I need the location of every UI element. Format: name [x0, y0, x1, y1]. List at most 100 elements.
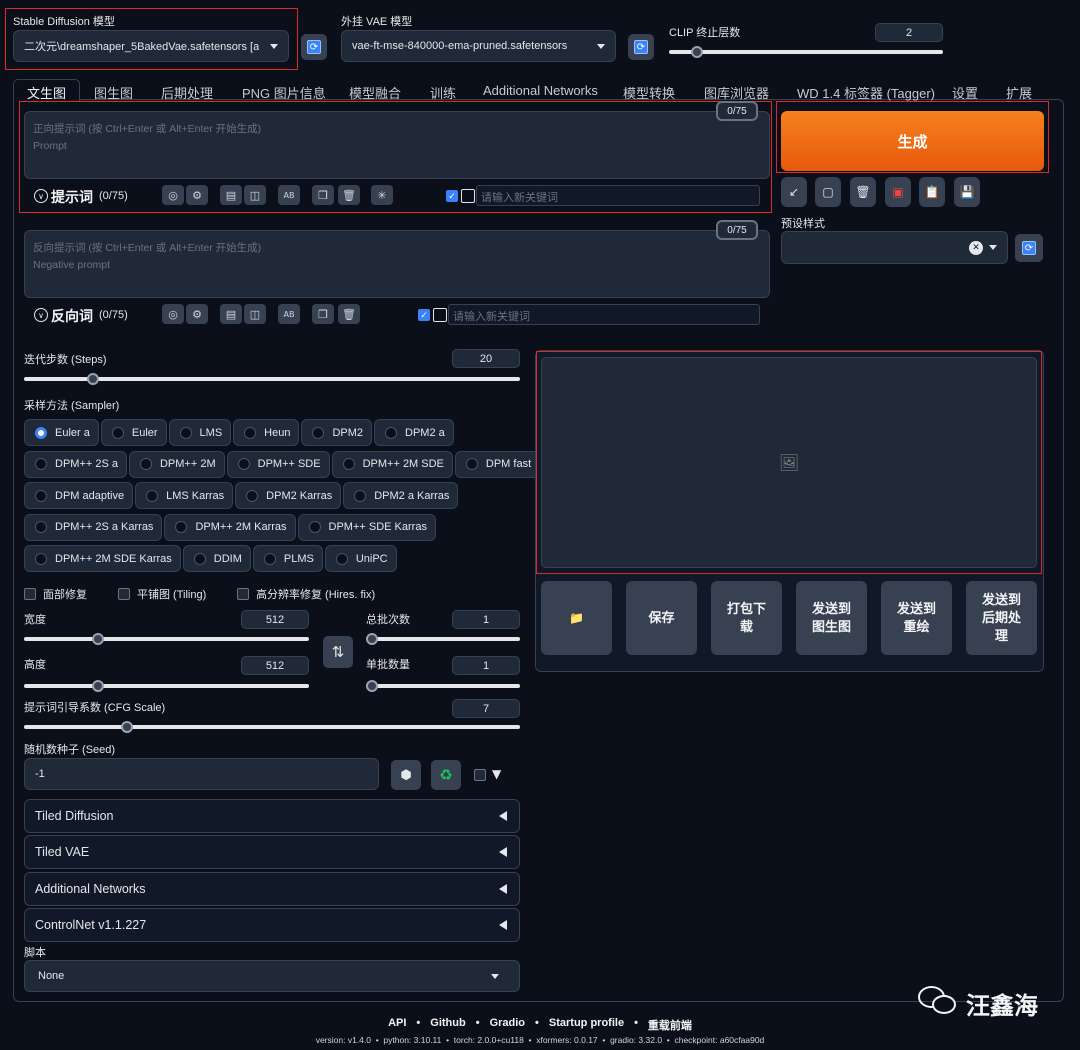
refresh-vae-button[interactable]: ⟳	[628, 34, 654, 60]
sampler-option[interactable]: DPM++ 2M Karras	[164, 513, 296, 541]
sampler-option[interactable]: Euler	[100, 419, 167, 446]
batch-count-slider-handle[interactable]	[366, 633, 378, 645]
hires-fix-checkbox[interactable]	[237, 588, 249, 600]
sampler-option[interactable]: Euler a	[24, 419, 99, 446]
copy-icon[interactable]: ❐	[312, 185, 334, 205]
sampler-option[interactable]: DPM fast	[454, 450, 541, 478]
send-to-extras-button[interactable]: 发送到后期处理	[966, 581, 1037, 655]
hires-fix-option[interactable]: 高分辨率修复 (Hires. fix)	[237, 586, 375, 602]
prompt-textarea[interactable]: 正向提示词 (按 Ctrl+Enter 或 Alt+Enter 开始生成) Pr…	[24, 111, 770, 179]
face-restore-checkbox[interactable]	[24, 588, 36, 600]
save-style-button[interactable]: 💾	[954, 177, 980, 207]
accordion-tiled-diffusion[interactable]: Tiled Diffusion	[24, 799, 520, 833]
tab-additional-networks[interactable]: Additional Networks	[483, 83, 598, 98]
batch-count-slider[interactable]	[366, 633, 520, 645]
expand-icon[interactable]: ▼	[492, 767, 501, 781]
height-slider-handle[interactable]	[92, 680, 104, 692]
tab-extensions[interactable]: 扩展	[1006, 83, 1032, 102]
tab-png-info[interactable]: PNG 图片信息	[242, 83, 326, 102]
sampler-option[interactable]: DPM2 a Karras	[343, 482, 459, 509]
cfg-slider-handle[interactable]	[121, 721, 133, 733]
clip-slider-handle[interactable]	[691, 46, 703, 58]
trash-button[interactable]: 🗑	[850, 177, 876, 207]
tab-settings[interactable]: 设置	[952, 83, 978, 102]
tab-model-convert[interactable]: 模型转换	[623, 83, 675, 102]
sampler-option[interactable]: DPM++ 2M	[128, 450, 225, 478]
clear-prompt-button[interactable]: ▢	[815, 177, 841, 207]
send-to-img2img-button[interactable]: 发送到图生图	[796, 581, 867, 655]
gear-icon[interactable]: ⚙	[186, 185, 208, 205]
translate-icon[interactable]: AB	[278, 185, 300, 205]
sampler-option[interactable]: DDIM	[182, 545, 251, 572]
copy-icon[interactable]: ❐	[312, 304, 334, 324]
gear-icon[interactable]: ⚙	[186, 304, 208, 324]
batch-count-input[interactable]: 1	[452, 610, 520, 629]
tab-train[interactable]: 训练	[430, 83, 456, 102]
clip-value-input[interactable]: 2	[875, 23, 943, 42]
history-icon[interactable]: ▤	[220, 304, 242, 324]
accordion-additional-networks[interactable]: Additional Networks	[24, 872, 520, 906]
footer-link-api[interactable]: API	[388, 1017, 406, 1033]
extra-seed-checkbox[interactable]	[474, 769, 486, 781]
height-slider[interactable]	[24, 680, 309, 692]
sampler-option[interactable]: Heun	[233, 419, 300, 446]
width-slider-handle[interactable]	[92, 633, 104, 645]
collapse-icon[interactable]: ∨	[34, 189, 48, 203]
negative-textarea[interactable]: 反向提示词 (按 Ctrl+Enter 或 Alt+Enter 开始生成) Ne…	[24, 230, 770, 298]
footer-link-gradio[interactable]: Gradio	[490, 1017, 525, 1033]
save-button[interactable]: 保存	[626, 581, 697, 655]
sampler-option[interactable]: DPM++ 2M SDE Karras	[24, 545, 181, 572]
steps-slider-handle[interactable]	[87, 373, 99, 385]
seed-input[interactable]: -1	[24, 758, 379, 790]
cfg-input[interactable]: 7	[452, 699, 520, 718]
tab-txt2img[interactable]: 文生图	[27, 83, 66, 102]
sampler-option[interactable]: DPM adaptive	[24, 482, 134, 509]
trash-icon[interactable]: 🗑	[338, 185, 360, 205]
read-params-button[interactable]: ↙	[781, 177, 807, 207]
clip-slider[interactable]	[669, 46, 943, 58]
globe-icon[interactable]: ◎	[162, 304, 184, 324]
style-select[interactable]: ✕	[781, 231, 1008, 264]
refresh-style-button[interactable]: ⟳	[1015, 234, 1043, 262]
tab-extras[interactable]: 后期处理	[161, 83, 213, 102]
tab-merge[interactable]: 模型融合	[349, 83, 401, 102]
trash-icon[interactable]: 🗑	[338, 304, 360, 324]
tab-img2img[interactable]: 图生图	[94, 83, 133, 102]
sampler-option[interactable]: DPM2	[301, 419, 373, 446]
zip-download-button[interactable]: 打包下载	[711, 581, 782, 655]
tiling-option[interactable]: 平铺图 (Tiling)	[118, 586, 206, 602]
footer-link-reload-ui[interactable]: 重载前端	[648, 1017, 692, 1033]
footer-link-github[interactable]: Github	[430, 1017, 465, 1033]
clear-icon[interactable]: ✕	[969, 240, 983, 255]
sampler-option[interactable]: DPM++ 2S a Karras	[24, 513, 163, 541]
accordion-controlnet[interactable]: ControlNet v1.1.227	[24, 908, 520, 942]
footer-link-startup-profile[interactable]: Startup profile	[549, 1017, 624, 1033]
script-select[interactable]: None	[24, 960, 520, 992]
translate-icon[interactable]: AB	[278, 304, 300, 324]
keyword-input[interactable]: 请输入新关键词	[448, 304, 760, 325]
tiling-checkbox[interactable]	[118, 588, 130, 600]
openai-icon[interactable]: ✳	[371, 185, 393, 205]
sampler-option[interactable]: DPM2 a	[374, 419, 454, 446]
send-to-inpaint-button[interactable]: 发送到重绘	[881, 581, 952, 655]
sampler-option[interactable]: LMS Karras	[135, 482, 234, 509]
sampler-option[interactable]: UniPC	[324, 545, 397, 572]
face-restore-option[interactable]: 面部修复	[24, 586, 87, 602]
sampler-option[interactable]: DPM++ SDE	[226, 450, 330, 478]
refresh-model-button[interactable]: ⟳	[301, 34, 327, 60]
apply-style-button[interactable]: 📋	[919, 177, 945, 207]
history-icon[interactable]: ▤	[220, 185, 242, 205]
open-folder-button[interactable]: 📁	[541, 581, 612, 655]
width-input[interactable]: 512	[241, 610, 309, 629]
sd-model-select[interactable]: 二次元\dreamshaper_5BakedVae.safetensors [a	[13, 30, 289, 62]
width-slider[interactable]	[24, 633, 309, 645]
tab-gallery[interactable]: 图库浏览器	[704, 83, 769, 102]
sampler-option[interactable]: DPM2 Karras	[235, 482, 342, 509]
batch-size-input[interactable]: 1	[452, 656, 520, 675]
batch-size-slider-handle[interactable]	[366, 680, 378, 692]
globe-icon[interactable]: ◎	[162, 185, 184, 205]
output-image-area[interactable]: 🖼	[541, 357, 1037, 568]
cfg-slider[interactable]	[24, 721, 520, 733]
accordion-tiled-vae[interactable]: Tiled VAE	[24, 835, 520, 869]
steps-slider[interactable]	[24, 373, 520, 385]
